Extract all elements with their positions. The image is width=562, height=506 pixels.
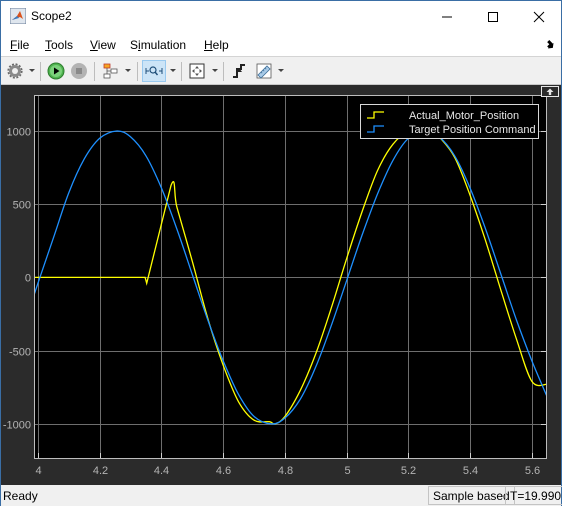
menu-view[interactable]: View xyxy=(90,38,116,52)
x-tick-label: 4.2 xyxy=(93,465,108,477)
x-tick-label: 4.8 xyxy=(278,465,293,477)
close-button[interactable] xyxy=(516,1,562,32)
autoscale-icon xyxy=(189,63,205,79)
play-icon xyxy=(47,62,65,80)
title-bar: Scope2 xyxy=(1,1,561,32)
x-tick-label: 5.2 xyxy=(401,465,416,477)
toolbar-separator xyxy=(223,62,224,81)
settings-dropdown-arrow[interactable] xyxy=(29,69,35,72)
y-tick-label: 1000 xyxy=(7,127,31,139)
measurements-button[interactable] xyxy=(253,60,275,82)
y-tick-label: -500 xyxy=(9,347,31,359)
menu-tools[interactable]: Tools xyxy=(45,38,73,52)
legend-label: Actual_Motor_Position xyxy=(409,110,519,122)
legend[interactable]: Actual_Motor_Position Target Position Com… xyxy=(360,104,539,139)
highlight-block-dropdown-arrow[interactable] xyxy=(125,69,131,72)
x-tick-label: 4.6 xyxy=(216,465,231,477)
toolbar-separator xyxy=(181,62,182,81)
y-tick-label: 500 xyxy=(13,200,31,212)
zoom-x-icon xyxy=(145,66,163,76)
menu-help[interactable]: Help xyxy=(204,38,229,52)
window-title: Scope2 xyxy=(31,9,72,23)
sample-mode-indicator: Sample based xyxy=(428,486,515,505)
status-text: Ready xyxy=(3,489,38,503)
scale-axes-button[interactable] xyxy=(186,60,208,82)
matlab-logo-icon xyxy=(10,8,26,24)
settings-button[interactable] xyxy=(4,60,26,82)
block-diagram-icon xyxy=(103,63,118,79)
highlight-block-button[interactable] xyxy=(99,60,121,82)
measurements-dropdown-arrow[interactable] xyxy=(278,69,284,72)
x-tick-label: 5 xyxy=(344,465,350,477)
menu-simulation[interactable]: Simulation xyxy=(130,38,186,52)
toolbar-separator xyxy=(94,62,95,81)
triggers-button[interactable] xyxy=(228,60,250,82)
y-tick-label: -1000 xyxy=(3,420,31,432)
gear-icon xyxy=(7,63,23,79)
close-icon xyxy=(533,11,545,22)
x-tick-label: 4.4 xyxy=(154,465,169,477)
toolbar-separator xyxy=(40,62,41,81)
x-tick-label: 4 xyxy=(35,465,41,477)
scope-window: Scope2 File Tools View Simulation Help 4… xyxy=(0,0,562,506)
scale-axes-dropdown-arrow[interactable] xyxy=(212,69,218,72)
x-tick-label: 5.4 xyxy=(463,465,478,477)
stop-button[interactable] xyxy=(68,60,90,82)
zoom-button[interactable] xyxy=(142,60,166,82)
undock-arrow-icon[interactable] xyxy=(545,40,555,50)
x-tick-label: 5.6 xyxy=(525,465,540,477)
toolbar-separator xyxy=(137,62,138,81)
zoom-dropdown-arrow[interactable] xyxy=(170,69,176,72)
maximize-button[interactable] xyxy=(470,1,516,32)
run-button[interactable] xyxy=(45,60,67,82)
scope-plot[interactable]: 4 4.2 4.4 4.6 4.8 5 5.2 5.4 5.6 1000 500 0 -500 -1000… xyxy=(1,85,561,485)
menu-bar: File Tools View Simulation Help xyxy=(1,32,561,57)
scope-display-panel: 4 4.2 4.4 4.6 4.8 5 5.2 5.4 5.6 1000 500 0 -500 -1000… xyxy=(1,85,561,485)
legend-label: Target Position Command xyxy=(409,124,536,136)
simulation-time: T=19.990 xyxy=(505,486,562,505)
minimize-icon xyxy=(442,16,452,17)
stop-icon xyxy=(71,63,87,79)
undock-plot-button[interactable] xyxy=(541,86,559,97)
y-tick-label: 0 xyxy=(25,273,31,285)
status-bar: Ready Sample based T=19.990 xyxy=(1,485,562,506)
menu-file[interactable]: File xyxy=(10,38,29,52)
maximize-icon xyxy=(488,11,498,22)
toolbar xyxy=(1,58,561,85)
ruler-icon xyxy=(256,63,272,79)
minimize-button[interactable] xyxy=(424,1,470,32)
trigger-icon xyxy=(233,64,245,78)
